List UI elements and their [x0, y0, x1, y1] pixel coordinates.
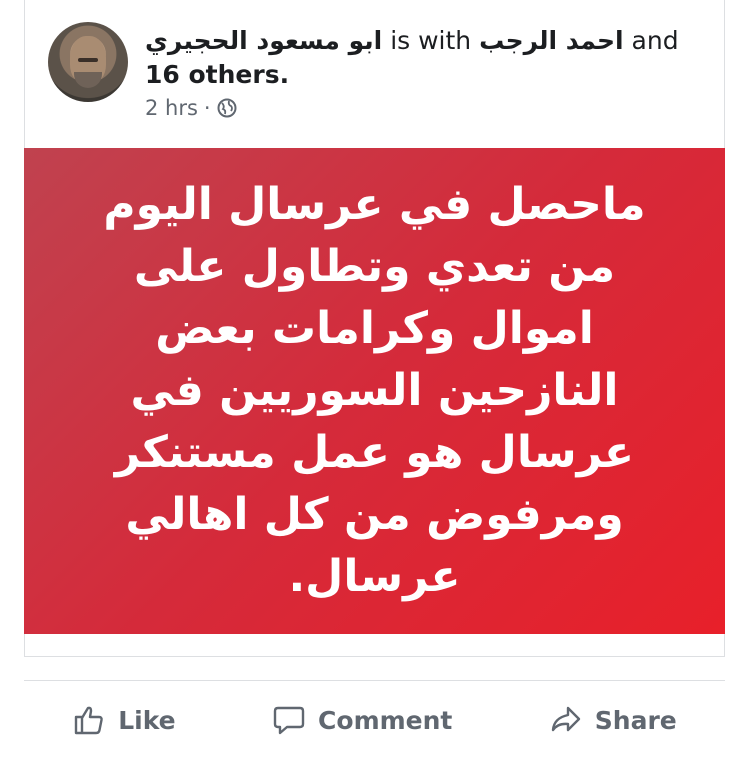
tagged-name[interactable]: احمد الرجب — [479, 26, 623, 55]
post-header: ابو مسعود الحجيري is with احمد الرجب and… — [145, 24, 705, 92]
and-text: and — [631, 26, 679, 55]
comment-label: Comment — [318, 705, 453, 735]
post-meta: 2 hrs · — [145, 96, 237, 120]
post-banner: ماحصل في عرسال اليوم من تعدي وتطاول على … — [24, 148, 725, 634]
action-bar: Like Comment Share — [24, 690, 725, 750]
thumbs-up-icon — [75, 706, 103, 735]
share-label: Share — [594, 705, 677, 735]
author-avatar[interactable] — [48, 22, 128, 102]
post-body-text: ماحصل في عرسال اليوم من تعدي وتطاول على … — [103, 179, 646, 602]
share-arrow-icon — [551, 706, 580, 732]
share-button[interactable]: Share — [549, 703, 677, 737]
meta-separator: · — [203, 96, 211, 120]
like-button[interactable]: Like — [72, 703, 176, 737]
like-label: Like — [118, 705, 176, 735]
avatar-beard — [74, 72, 102, 88]
others-link[interactable]: 16 others. — [145, 60, 289, 89]
timestamp[interactable]: 2 hrs — [145, 96, 198, 120]
comment-icon — [273, 706, 305, 735]
author-name[interactable]: ابو مسعود الحجيري — [145, 26, 382, 55]
globe-icon[interactable] — [217, 98, 237, 118]
action-divider — [24, 680, 725, 681]
avatar-eyes — [78, 58, 98, 62]
comment-button[interactable]: Comment — [272, 703, 452, 737]
with-text: is with — [390, 26, 472, 55]
